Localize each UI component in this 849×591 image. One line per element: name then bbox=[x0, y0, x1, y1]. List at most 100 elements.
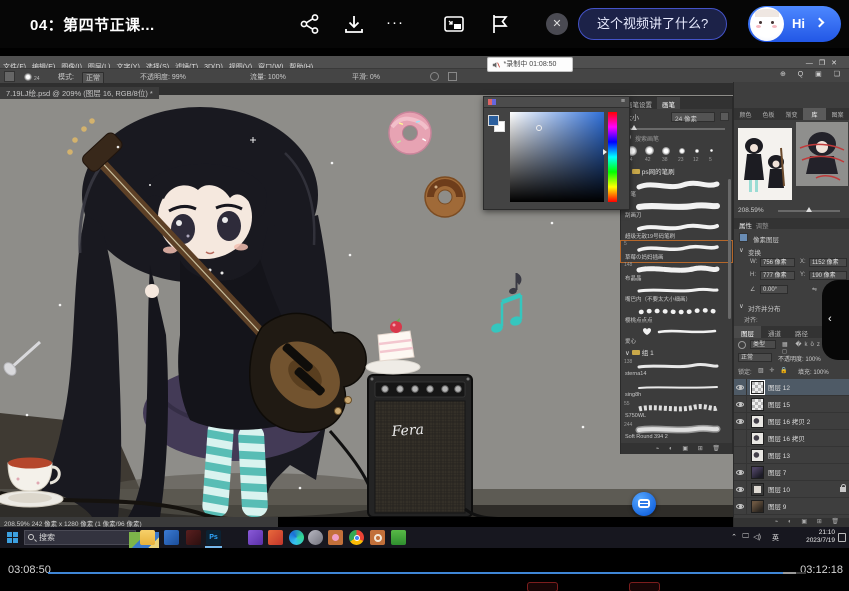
app-icon-orange-red[interactable] bbox=[268, 530, 283, 545]
download-icon[interactable] bbox=[342, 12, 366, 36]
foreground-background-swatches[interactable] bbox=[488, 115, 506, 133]
layer-thumbnail[interactable] bbox=[751, 483, 764, 496]
smoothing-control[interactable]: 平滑: 0% bbox=[352, 72, 380, 82]
layer-row[interactable]: 图层 15 bbox=[734, 396, 849, 413]
brush-tip-icon[interactable] bbox=[24, 73, 32, 81]
tab-gradients[interactable]: 渐变 bbox=[780, 108, 803, 120]
visibility-toggle-empty[interactable] bbox=[734, 447, 747, 464]
visibility-eye-icon[interactable] bbox=[736, 487, 744, 492]
opacity-control[interactable]: 不透明度: 99% bbox=[140, 72, 186, 82]
tab-brushes[interactable]: 画笔 bbox=[657, 97, 680, 109]
preset-brush-dot[interactable] bbox=[695, 149, 699, 153]
document-tab[interactable]: 7.19LJ绘.psd @ 209% (图层 16, RGB/8位) * bbox=[0, 87, 159, 99]
progress-handle[interactable] bbox=[783, 572, 796, 574]
h-value[interactable]: 777 像素 bbox=[760, 271, 795, 280]
app-icon-green-chart[interactable] bbox=[391, 530, 406, 545]
ime-indicator[interactable]: 英 bbox=[772, 533, 779, 543]
brush-item[interactable]: 爱心 bbox=[621, 325, 732, 346]
brush-list-scrollbar[interactable] bbox=[728, 179, 731, 319]
tool-preset-icon[interactable] bbox=[4, 71, 15, 82]
brush-group-1[interactable]: ∨ps网的笔刷 bbox=[621, 166, 732, 176]
transform-section[interactable]: ∨ 变换 bbox=[734, 246, 849, 256]
brush-item[interactable]: 148布晶晶 bbox=[621, 262, 732, 283]
assistant-close-icon[interactable]: ✕ bbox=[546, 13, 568, 35]
preset-brush-dot[interactable] bbox=[710, 149, 713, 152]
tray-caret-icon[interactable]: ⌃ bbox=[731, 533, 737, 541]
brush-size-slider[interactable] bbox=[621, 125, 732, 131]
layer-thumbnail[interactable] bbox=[751, 449, 764, 462]
tray-volume-icon[interactable]: ◁) bbox=[753, 533, 761, 541]
chat-float-button[interactable] bbox=[632, 492, 656, 516]
brush-item[interactable]: 超级无敌19号码笔刷 bbox=[621, 220, 732, 241]
ps-window-controls[interactable]: —❐✕ bbox=[803, 57, 846, 67]
layer-row[interactable]: 图层 7 bbox=[734, 464, 849, 481]
layer-opacity-control[interactable]: 不透明度: 100% bbox=[778, 354, 821, 363]
visibility-eye-icon[interactable] bbox=[736, 385, 744, 390]
tab-patterns[interactable]: 图案 bbox=[826, 108, 849, 120]
picture-in-picture-icon[interactable] bbox=[442, 12, 466, 36]
app-icon-blue-s[interactable] bbox=[164, 530, 179, 545]
saturation-brightness-field[interactable] bbox=[510, 112, 604, 202]
angle-value[interactable]: 0.00° bbox=[760, 285, 788, 294]
layer-thumbnail[interactable] bbox=[751, 381, 764, 394]
side-drawer-handle[interactable]: ‹ bbox=[822, 280, 849, 360]
layer-thumbnail[interactable] bbox=[751, 415, 764, 428]
reference-thumbnail-2[interactable] bbox=[796, 122, 848, 186]
airbrush-icon[interactable] bbox=[430, 72, 439, 81]
flow-control[interactable]: 流量: 100% bbox=[250, 72, 286, 82]
foreground-color-swatch[interactable] bbox=[488, 115, 499, 126]
brush-item[interactable]: 138sterna14 bbox=[621, 359, 732, 380]
brush-item[interactable]: 55S750WL bbox=[621, 401, 732, 422]
brush-pressure-icon[interactable] bbox=[720, 112, 729, 121]
filter-type-select[interactable]: 类型 bbox=[750, 340, 776, 349]
brush-size-slider-thumb[interactable] bbox=[631, 125, 637, 130]
tab-paths[interactable]: 路径 bbox=[788, 326, 815, 338]
brush-size-value[interactable]: 24 像素 bbox=[671, 112, 715, 122]
chrome-icon[interactable] bbox=[349, 530, 364, 545]
app-icon-gray[interactable] bbox=[308, 530, 323, 545]
brush-item[interactable]: 嘴巴内（不要太大小细画） bbox=[621, 283, 732, 304]
taskbar-clock[interactable]: 21:10 2023/7/19 bbox=[806, 529, 835, 545]
layer-row[interactable]: 图层 13 bbox=[734, 447, 849, 464]
color-field-marker[interactable] bbox=[536, 125, 542, 131]
layer-thumbnail[interactable] bbox=[751, 466, 764, 479]
hue-slider-thumb[interactable] bbox=[603, 149, 607, 155]
brush-item[interactable]: sing8h bbox=[621, 380, 732, 401]
progress-track[interactable] bbox=[48, 572, 806, 574]
pressure-icon[interactable] bbox=[448, 72, 457, 81]
app-icon-orange-pink[interactable] bbox=[328, 530, 343, 545]
minimize-icon[interactable]: — bbox=[806, 60, 819, 67]
windows-start-icon[interactable] bbox=[7, 532, 18, 543]
hue-slider[interactable] bbox=[608, 112, 617, 202]
layer-thumbnail[interactable] bbox=[751, 432, 764, 445]
app-icon-purple[interactable] bbox=[248, 530, 263, 545]
preset-brush-dot[interactable] bbox=[662, 147, 670, 155]
fill-control[interactable]: 填充: 100% bbox=[798, 367, 829, 376]
share-icon[interactable] bbox=[298, 12, 322, 36]
x-value[interactable]: 1152 像素 bbox=[809, 258, 847, 267]
brush-item[interactable]: 244Soft Round 394 2 bbox=[621, 422, 732, 443]
window-close-icon[interactable]: ✕ bbox=[831, 60, 843, 67]
layer-row[interactable]: 图层 16 拷贝 bbox=[734, 430, 849, 447]
app-bar-icons[interactable]: ⊕ Q ▣ ❏ bbox=[780, 70, 845, 78]
tab-color[interactable]: 颜色 bbox=[734, 108, 757, 120]
tab-swatches[interactable]: 色板 bbox=[757, 108, 780, 120]
blend-mode-select[interactable]: 正常 bbox=[738, 353, 772, 362]
layer-thumbnail[interactable] bbox=[751, 398, 764, 411]
lock-icons[interactable]: ▨ ✛ 🔒 bbox=[758, 367, 790, 374]
notification-center-icon[interactable] bbox=[838, 533, 846, 542]
visibility-eye-icon[interactable] bbox=[736, 419, 744, 424]
visibility-eye-icon[interactable] bbox=[736, 504, 744, 509]
restore-icon[interactable]: ❐ bbox=[819, 60, 831, 67]
visibility-eye-icon[interactable] bbox=[736, 470, 744, 475]
y-value[interactable]: 190 像素 bbox=[809, 271, 847, 280]
tab-properties[interactable]: 属性 bbox=[739, 223, 752, 230]
zoom-slider-thumb[interactable] bbox=[806, 207, 812, 212]
brush-item[interactable]: 铅笔 bbox=[621, 178, 732, 199]
layers-footer-icons[interactable]: ⌁ ◐ ▣ ⊞ 🗑 bbox=[734, 518, 849, 527]
assistant-hi-button[interactable]: Hi bbox=[748, 6, 841, 42]
color-panel-header[interactable]: ≡ bbox=[484, 97, 629, 108]
brush-item[interactable]: 樱桃点点点 bbox=[621, 304, 732, 325]
layer-row[interactable]: 图层 10 bbox=[734, 481, 849, 498]
tab-layers[interactable]: 图层 bbox=[734, 326, 761, 338]
